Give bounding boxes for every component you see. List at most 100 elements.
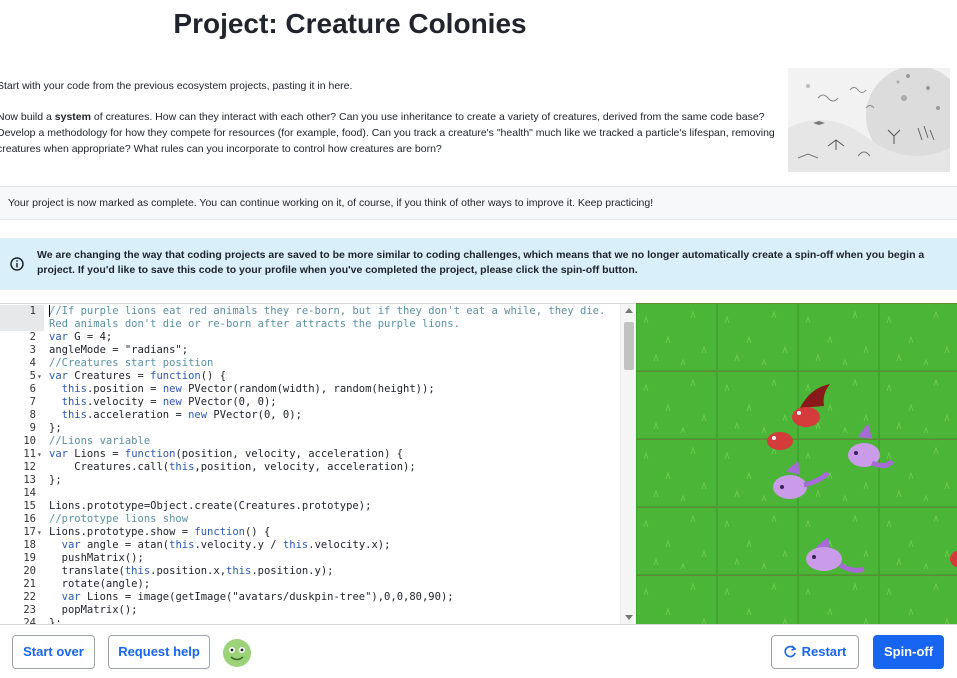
info-message: We are changing the way that coding proj… — [37, 249, 925, 276]
code-line[interactable]: 1 //If purple lions eat red animals they … — [0, 305, 620, 318]
scrollbar-thumb[interactable] — [624, 322, 634, 370]
code-line[interactable]: 13}; — [0, 474, 620, 487]
code-text: this.acceleration = new PVector(0, 0); — [49, 409, 302, 422]
line-number: 1 — [29, 305, 36, 317]
code-token: new — [188, 409, 208, 421]
code-line[interactable]: 7 this.velocity = new PVector(0, 0); — [0, 396, 620, 409]
code-text: }; — [49, 422, 62, 435]
code-line[interactable]: 2 var G = 4; — [0, 331, 620, 344]
line-number: 13 — [23, 474, 36, 486]
line-number: 22 — [23, 591, 36, 603]
code-token: angle = atan( — [80, 539, 170, 551]
restart-icon — [784, 645, 797, 658]
avatar[interactable] — [221, 637, 253, 669]
code-line[interactable]: 12 Creatures.call(this,position, velocit… — [0, 461, 620, 474]
code-line[interactable]: 21 rotate(angle); — [0, 578, 620, 591]
code-line[interactable]: 18 var angle = atan(this.velocity.y / th… — [0, 539, 620, 552]
scroll-up-icon[interactable] — [625, 308, 633, 313]
code-line[interactable]: 3 angleMode = "radians"; — [0, 344, 620, 357]
code-token: .acceleration = — [86, 409, 189, 421]
output-canvas[interactable] — [636, 303, 957, 624]
code-line[interactable]: 19 pushMatrix(); — [0, 552, 620, 565]
line-number: 6 — [29, 383, 36, 395]
code-line[interactable]: 15 Lions.prototype=Object.create(Creature… — [0, 500, 620, 513]
code-token: .position = — [86, 383, 163, 395]
intro-text-a: Now build a — [0, 111, 55, 123]
code-line[interactable]: 11 ▾ var Lions = function(position, veloci… — [0, 448, 620, 461]
fold-toggle-icon[interactable]: ▾ — [37, 526, 45, 539]
code-token: this — [61, 396, 87, 408]
fold-toggle-icon[interactable]: ▾ — [37, 448, 45, 461]
request-help-button[interactable]: Request help — [108, 635, 210, 669]
code-text: Creatures.call(this,position, velocity, … — [49, 461, 415, 474]
code-token: .position.y); — [251, 565, 334, 577]
code-token: this — [61, 383, 87, 395]
code-token: pushMatrix(); — [49, 552, 144, 564]
line-number: 9 — [29, 422, 36, 434]
line-number: 20 — [23, 565, 36, 577]
fold-toggle-icon[interactable]: ▾ — [37, 370, 45, 383]
restart-button[interactable]: Restart — [771, 635, 859, 669]
line-number: 5 — [29, 370, 36, 382]
code-token: this — [282, 539, 309, 551]
code-token: }; — [49, 422, 62, 434]
code-line[interactable]: 10 //Lions variable — [0, 435, 620, 448]
code-token: Creatures = — [67, 370, 151, 382]
code-text: popMatrix(); — [49, 604, 138, 617]
code-line[interactable]: 8 this.acceleration = new PVector(0, 0); — [0, 409, 620, 422]
code-text: this.velocity = new PVector(0, 0); — [49, 396, 277, 409]
code-line[interactable]: 24}; — [0, 617, 620, 624]
code-text: Lions.prototype.show = function() { — [49, 526, 270, 539]
line-number: 2 — [29, 331, 36, 343]
code-token: .position.x, — [150, 565, 227, 577]
spin-off-button[interactable]: Spin-off — [873, 635, 944, 669]
code-token: //Creatures start position — [49, 357, 214, 369]
code-line[interactable]: 9}; — [0, 422, 620, 435]
line-number: 8 — [29, 409, 36, 421]
line-number: 11 — [23, 448, 36, 460]
code-token: var — [49, 448, 68, 460]
code-text: Red animals don't die or re-born after a… — [49, 318, 460, 331]
line-number: 16 — [23, 513, 36, 525]
start-over-button[interactable]: Start over — [12, 635, 95, 669]
line-number: 24 — [23, 617, 36, 624]
info-icon — [10, 257, 24, 271]
line-number: 21 — [23, 578, 36, 590]
editor-scrollbar[interactable] — [620, 304, 636, 624]
code-line[interactable]: 5 ▾ var Creatures = function() { — [0, 370, 620, 383]
code-line[interactable]: 6 this.position = new PVector(random(wid… — [0, 383, 620, 396]
code-text: //If purple lions eat red animals they r… — [49, 305, 605, 318]
intro-text-bold: system — [54, 111, 91, 123]
code-text: pushMatrix(); — [49, 552, 144, 565]
code-text: rotate(angle); — [49, 578, 151, 591]
code-line[interactable]: 23 popMatrix(); — [0, 604, 620, 617]
code-line[interactable]: 22 var Lions = image(getImage("avatars/d… — [0, 591, 620, 604]
code-editor[interactable]: 1 //If purple lions eat red animals they … — [0, 303, 636, 624]
code-token: popMatrix(); — [49, 604, 138, 616]
page-title: Project: Creature Colonies — [173, 8, 527, 39]
code-line[interactable]: 20 translate(this.position.x,this.positi… — [0, 565, 620, 578]
code-token: translate( — [49, 565, 125, 577]
code-token: this — [226, 565, 252, 577]
code-text: translate(this.position.x,this.position.… — [49, 565, 334, 578]
code-line[interactable]: 16 //prototype lions show — [0, 513, 620, 526]
code-token: function — [194, 526, 245, 538]
code-text: //Lions variable — [49, 435, 150, 448]
code-token: //If purple lions eat red animals they r… — [49, 305, 606, 317]
footer-toolbar: Start over Request help Restart Spin-off — [0, 624, 957, 678]
code-line[interactable]: 14 — [0, 487, 620, 500]
code-line[interactable]: 17 ▾ Lions.prototype.show = function() { — [0, 526, 620, 539]
code-line[interactable]: 4 //Creatures start position — [0, 357, 620, 370]
code-token: Creatures.call( — [49, 461, 170, 473]
code-text: Lions.prototype=Object.create(Creatures.… — [49, 500, 371, 513]
code-token: //prototype lions show — [49, 513, 189, 525]
code-token: rotate(angle); — [49, 578, 151, 590]
intro-paragraph-2: Now build a system of creatures. How can… — [0, 109, 777, 157]
code-text: //prototype lions show — [49, 513, 188, 526]
code-lines[interactable]: 1 //If purple lions eat red animals they … — [0, 305, 620, 624]
code-line[interactable]: Red animals don't die or re-born after a… — [0, 318, 620, 331]
scroll-down-icon[interactable] — [625, 615, 633, 620]
code-token: this — [169, 461, 195, 473]
